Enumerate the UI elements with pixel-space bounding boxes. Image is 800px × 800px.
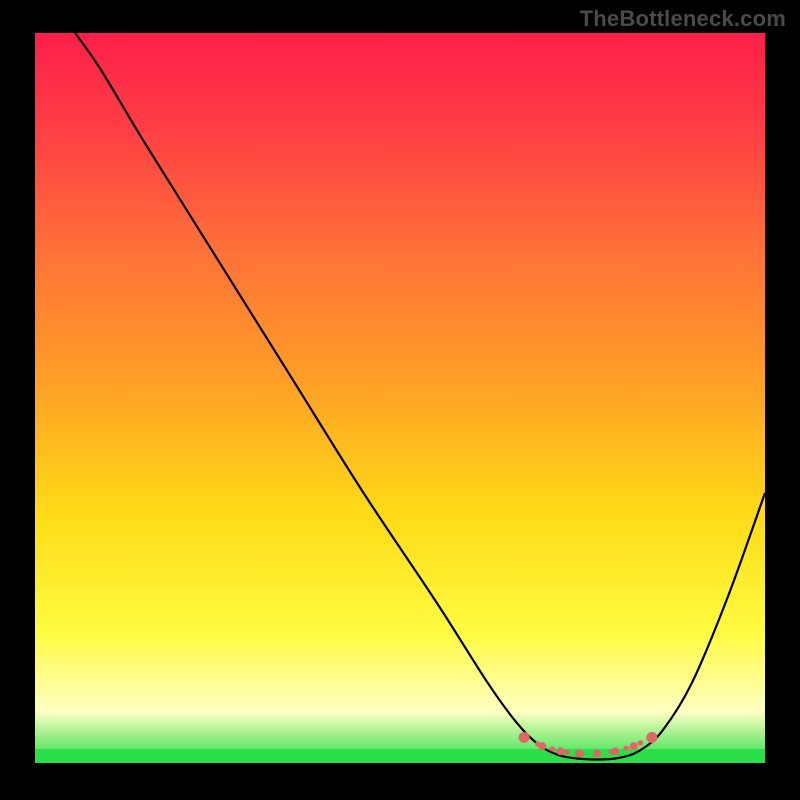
watermark-text: TheBottleneck.com bbox=[580, 6, 786, 32]
chart-container: TheBottleneck.com bbox=[0, 0, 800, 800]
curve-layer bbox=[35, 33, 765, 763]
optimal-range-markers bbox=[519, 732, 658, 758]
bottleneck-curve bbox=[75, 33, 765, 760]
plot-area bbox=[35, 33, 765, 763]
